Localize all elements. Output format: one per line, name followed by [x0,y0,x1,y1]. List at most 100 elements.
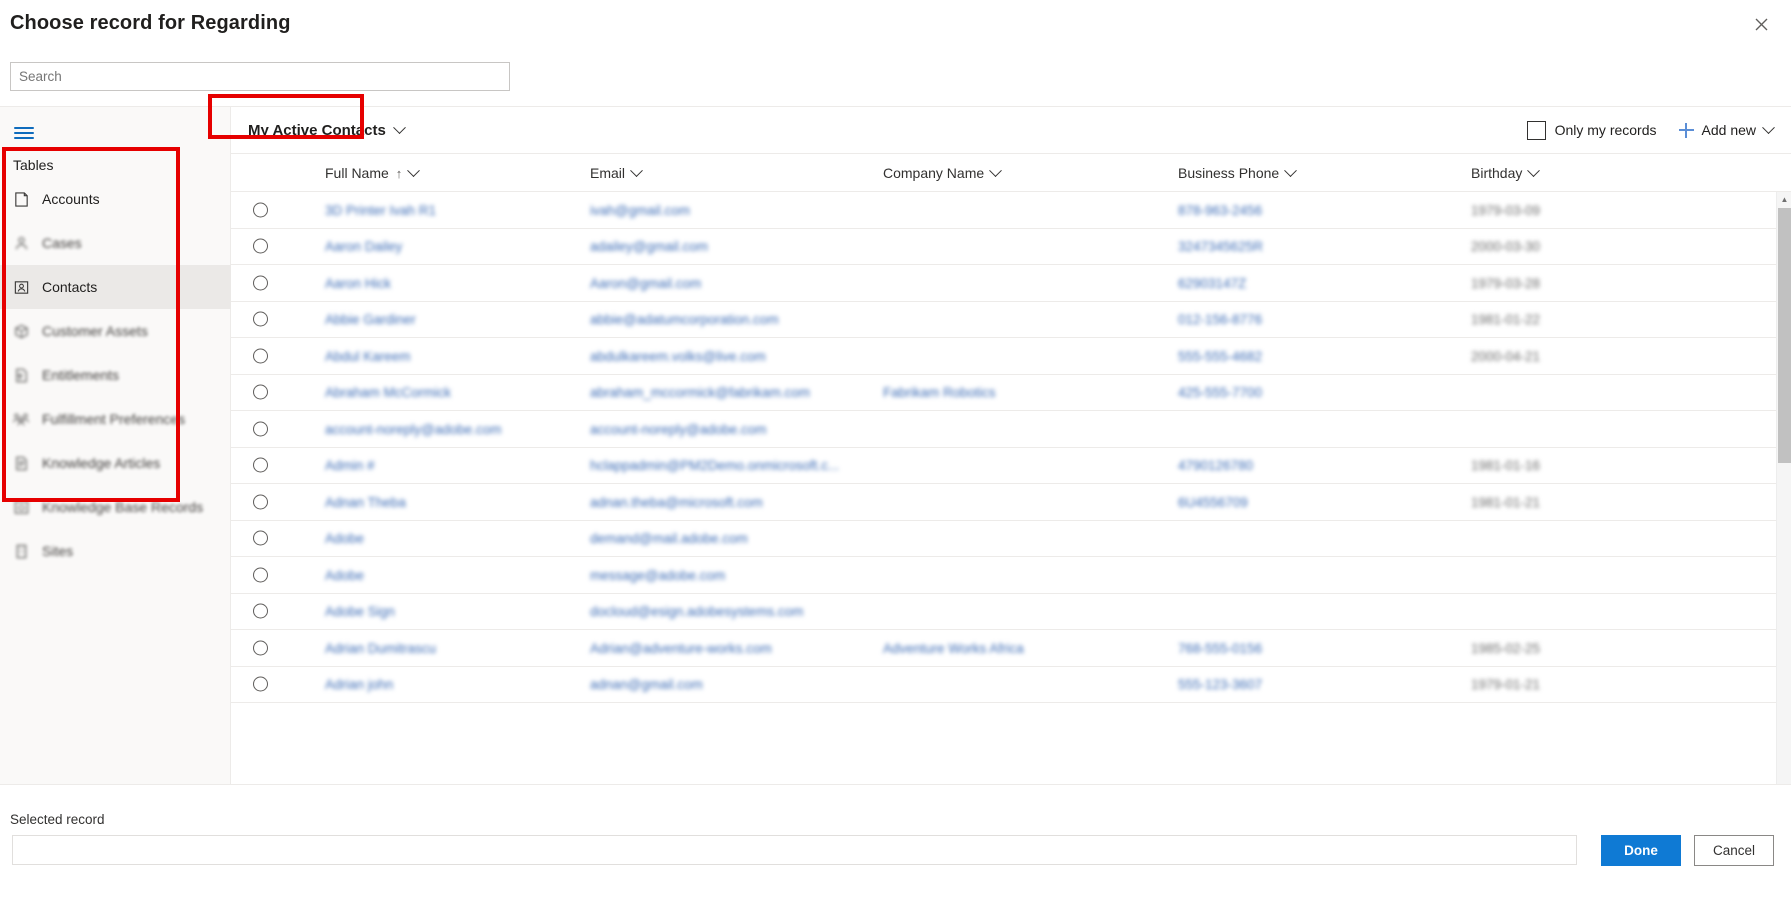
cell-email[interactable]: ivah@gmail.com [590,192,860,229]
row-select-radio[interactable] [253,275,268,291]
view-selector-dropdown[interactable]: My Active Contacts [240,111,412,149]
chevron-down-icon[interactable] [1527,163,1541,177]
table-row[interactable]: Aaron Dailey adailey@gmail.com 3247345625R… [231,228,1776,266]
add-new-button[interactable]: Add new [1678,120,1775,138]
cell-phone[interactable]: 4790126780 [1178,448,1378,485]
cell-phone[interactable]: 6U4556709 [1178,484,1378,521]
column-header-company-name[interactable]: Company Name [883,154,1123,192]
cell-company[interactable] [883,594,1123,631]
cell-email[interactable]: abraham_mccormick@fabrikam.com [590,375,860,412]
cell-full-name[interactable]: Aaron Hick [325,265,590,302]
cell-phone[interactable]: 555-555-4682 [1178,338,1378,375]
cancel-button[interactable]: Cancel [1694,835,1774,866]
only-my-records-checkbox[interactable] [1526,120,1546,140]
chevron-down-icon[interactable] [989,163,1003,177]
sidebar-item-fulfillment-preferences[interactable]: Fulfillment Preferences [0,397,231,441]
chevron-down-icon[interactable] [1284,163,1298,177]
cell-phone[interactable]: 3247345625R [1178,229,1378,266]
sidebar-item-customer-assets[interactable]: Customer Assets [0,309,231,353]
cell-email[interactable]: adnan.theba@microsoft.com [590,484,860,521]
table-row[interactable]: Adrian john adnan@gmail.com 555-123-3607 19… [231,666,1776,704]
column-header-birthday[interactable]: Birthday [1471,154,1631,192]
row-select-radio[interactable] [253,238,268,254]
cell-phone[interactable]: 425-555-7700 [1178,375,1378,412]
cell-phone[interactable]: 62903147Z [1178,265,1378,302]
cell-email[interactable]: demand@mail.adobe.com [590,521,860,558]
cell-email[interactable]: abdulkareem.volks@live.com [590,338,860,375]
table-row[interactable]: Adobe Sign docloud@esign.adobesystems.com [231,593,1776,631]
only-my-records-toggle[interactable]: Only my records [1526,120,1657,140]
cell-email[interactable]: Adrian@adventure-works.com [590,630,860,667]
row-select-radio[interactable] [253,202,268,218]
sidebar-item-knowledge-articles[interactable]: Knowledge Articles [0,441,231,485]
sidebar-item-sites[interactable]: Sites [0,529,231,573]
done-button[interactable]: Done [1601,835,1681,866]
scroll-up-arrow-icon[interactable]: ▲ [1777,192,1791,207]
row-select-radio[interactable] [253,348,268,364]
row-select-radio[interactable] [253,384,268,400]
cell-email[interactable]: abbie@adatumcorporation.com [590,302,860,339]
table-row[interactable]: Adrian Dumitrascu Adrian@adventure-works.… [231,630,1776,667]
cell-full-name[interactable]: Adobe [325,557,590,594]
cell-full-name[interactable]: Abraham McCormick [325,375,590,412]
cell-company[interactable] [883,192,1123,229]
cell-company[interactable] [883,265,1123,302]
table-row[interactable]: account-noreply@adobe.com account-noreply… [231,411,1776,448]
cell-full-name[interactable]: Aaron Dailey [325,229,590,266]
cell-full-name[interactable]: Adobe [325,521,590,558]
sidebar-item-accounts[interactable]: Accounts [0,177,231,221]
cell-full-name[interactable]: Adobe Sign [325,594,590,631]
table-row[interactable]: Abraham McCormick abraham_mccormick@fabri… [231,374,1776,412]
cell-phone[interactable] [1178,557,1378,594]
close-icon[interactable] [1745,8,1777,40]
cell-email[interactable]: docloud@esign.adobesystems.com [590,594,860,631]
cell-phone[interactable] [1178,521,1378,558]
cell-full-name[interactable]: 3D Printer Ivah R1 [325,192,590,229]
cell-phone[interactable]: 012-156-8776 [1178,302,1378,339]
sidebar-item-entitlements[interactable]: Entitlements [0,353,231,397]
cell-full-name[interactable]: Adrian Dumitrascu [325,630,590,667]
row-select-radio[interactable] [253,457,268,473]
cell-email[interactable]: hclappadmin@PM2Demo.onmicrosoft.c... [590,448,860,485]
cell-full-name[interactable]: Abbie Gardiner [325,302,590,339]
cell-company[interactable] [883,338,1123,375]
cell-full-name[interactable]: Adnan Theba [325,484,590,521]
table-row[interactable]: Adobe message@adobe.com [231,557,1776,594]
table-row[interactable]: Abdul Kareem abdulkareem.volks@live.com 55… [231,338,1776,375]
cell-phone[interactable] [1178,411,1378,448]
cell-full-name[interactable]: Abdul Kareem [325,338,590,375]
table-row[interactable]: Adobe demand@mail.adobe.com [231,520,1776,558]
selected-record-input[interactable] [12,835,1577,865]
table-row[interactable]: Aaron Hick Aaron@gmail.com 62903147Z 1979-0… [231,265,1776,302]
table-row[interactable]: Adnan Theba adnan.theba@microsoft.com 6U45… [231,484,1776,521]
grid-vertical-scrollbar[interactable]: ▲ [1776,192,1791,784]
cell-company[interactable] [883,448,1123,485]
cell-email[interactable]: Aaron@gmail.com [590,265,860,302]
chevron-down-icon[interactable] [630,163,643,177]
sidebar-item-contacts[interactable]: Contacts [0,265,231,309]
cell-company[interactable]: Adventure Works Africa [883,630,1123,667]
row-select-radio[interactable] [253,640,268,656]
scrollbar-thumb[interactable] [1778,208,1791,463]
cell-full-name[interactable]: Admin # [325,448,590,485]
cell-company[interactable] [883,557,1123,594]
cell-company[interactable] [883,411,1123,448]
column-header-full-name[interactable]: Full Name ↑ [325,154,590,192]
column-header-business-phone[interactable]: Business Phone [1178,154,1378,192]
cell-company[interactable] [883,302,1123,339]
row-select-radio[interactable] [253,494,268,510]
cell-company[interactable]: Fabrikam Robotics [883,375,1123,412]
row-select-radio[interactable] [253,530,268,546]
sidebar-item-knowledge-base-records[interactable]: Knowledge Base Records [0,485,231,529]
cell-full-name[interactable]: account-noreply@adobe.com [325,411,590,448]
cell-email[interactable]: adailey@gmail.com [590,229,860,266]
cell-email[interactable]: account-noreply@adobe.com [590,411,860,448]
row-select-radio[interactable] [253,603,268,619]
cell-email[interactable]: message@adobe.com [590,557,860,594]
cell-phone[interactable] [1178,594,1378,631]
hamburger-icon[interactable] [8,121,40,145]
cell-email[interactable]: adnan@gmail.com [590,667,860,704]
cell-company[interactable] [883,667,1123,704]
column-header-email[interactable]: Email [590,154,860,192]
cell-company[interactable] [883,229,1123,266]
